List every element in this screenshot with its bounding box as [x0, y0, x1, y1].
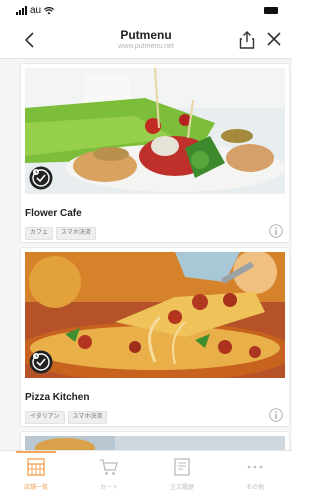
cart-icon: [100, 459, 118, 475]
close-icon[interactable]: [266, 31, 282, 47]
shop-photo[interactable]: [25, 252, 285, 378]
payment-tag: スマホ決済: [67, 411, 108, 424]
tab-order-history[interactable]: 注文履歴: [146, 451, 218, 500]
takeout-clock-badge-icon: [29, 350, 53, 374]
status-bar: au: [0, 0, 292, 22]
shop-photo[interactable]: [25, 68, 285, 194]
tab-label: その他: [245, 485, 264, 491]
shop-list[interactable]: Flower Cafe カフェ スマホ決済 Pizza Kitchen イタリア…: [0, 59, 292, 450]
carrier-label: au: [30, 5, 42, 16]
takeout-clock-badge-icon: [29, 166, 53, 190]
page-title: Putmenu: [120, 28, 172, 42]
shop-photo[interactable]: [25, 436, 285, 450]
tab-bar: 店舗一覧 カート 注文履歴 その他: [0, 450, 292, 500]
tab-cart[interactable]: カート: [73, 451, 145, 500]
nav-bar: Putmenu www.putmenu.net: [0, 22, 292, 58]
share-icon[interactable]: [238, 30, 256, 50]
category-tag: イタリアン: [25, 411, 65, 424]
category-tag: カフェ: [25, 227, 54, 240]
nav-title-block: Putmenu www.putmenu.net: [60, 28, 232, 52]
tab-shop-list[interactable]: 店舗一覧: [0, 451, 72, 500]
shop-list-icon: [27, 458, 45, 476]
shop-card[interactable]: Pizza Kitchen イタリアン スマホ決済: [20, 247, 290, 427]
order-history-icon: [174, 458, 190, 476]
shop-name[interactable]: Flower Cafe: [25, 208, 82, 219]
tab-label: カート: [99, 485, 118, 491]
page-subtitle: www.putmenu.net: [118, 43, 174, 50]
back-chevron-icon[interactable]: [20, 28, 40, 52]
signal-icon: [16, 6, 27, 15]
app-screen: au Putmenu www.putmenu.net Flower Cafe カ…: [0, 0, 292, 500]
tab-label: 店舗一覧: [23, 485, 48, 491]
wifi-icon: [44, 6, 55, 14]
shop-card[interactable]: Flower Cafe カフェ スマホ決済: [20, 63, 290, 243]
shop-tags: カフェ スマホ決済: [25, 227, 96, 240]
shop-name[interactable]: Pizza Kitchen: [25, 392, 89, 403]
shop-tags: イタリアン スマホ決済: [25, 411, 108, 424]
shop-card[interactable]: [20, 431, 290, 450]
tab-label: 注文履歴: [169, 485, 194, 491]
status-left: au: [16, 5, 55, 16]
payment-tag: スマホ決済: [56, 227, 96, 240]
info-icon[interactable]: [269, 224, 283, 238]
info-icon[interactable]: [269, 408, 283, 422]
battery-icon: [264, 7, 278, 14]
active-tab-indicator: [16, 451, 56, 453]
more-icon: [247, 465, 263, 469]
tab-more[interactable]: その他: [219, 451, 291, 500]
